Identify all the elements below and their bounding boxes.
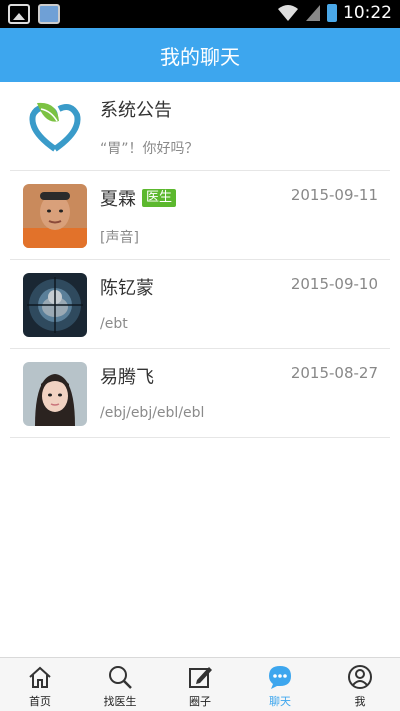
profile-icon (348, 665, 372, 689)
app-notification-icon (38, 4, 60, 24)
chat-icon (269, 666, 291, 689)
chat-list: 系统公告 “胃”！你好吗？ 夏霖 医生 [声音] 2015-09-11 陈钇蒙 … (0, 82, 400, 438)
chat-item-xia-lin[interactable]: 夏霖 医生 [声音] 2015-09-11 (10, 171, 390, 260)
chat-item-yi-tengfei[interactable]: 易腾飞 /ebj/ebj/ebl/ebl 2015-08-27 (10, 349, 390, 438)
page-title: 我的聊天 (160, 44, 240, 69)
chat-date: 2015-09-11 (290, 186, 378, 204)
clock: 10:22 (343, 3, 392, 23)
avatar (23, 184, 87, 248)
avatar (23, 273, 87, 337)
chat-date: 2015-09-10 (290, 275, 378, 293)
nav-find-doctor[interactable]: 找医生 (80, 658, 160, 711)
chat-name: 夏霖 医生 (100, 185, 177, 211)
signal-icon (306, 5, 320, 21)
nav-label: 圈子 (189, 695, 211, 708)
chat-name: 系统公告 (100, 96, 172, 122)
nav-circle[interactable]: 圈子 (160, 658, 240, 711)
chat-item-system-announcement[interactable]: 系统公告 “胃”！你好吗？ (10, 82, 390, 171)
wifi-icon (278, 5, 298, 21)
chat-date: 2015-08-27 (290, 364, 378, 382)
chat-preview: “胃”！你好吗？ (100, 141, 199, 157)
nav-me[interactable]: 我 (320, 658, 400, 711)
chat-name-text: 易腾飞 (100, 367, 154, 388)
chat-preview: /ebt (100, 316, 128, 332)
bottom-nav: 首页 找医生 圈子 聊天 我 (0, 657, 400, 711)
gallery-notification-icon (8, 4, 30, 24)
chat-item-chen-yimeng[interactable]: 陈钇蒙 /ebt 2015-09-10 (10, 260, 390, 349)
chat-name: 易腾飞 (100, 363, 154, 389)
nav-label: 我 (354, 695, 366, 708)
search-icon (109, 666, 132, 689)
heart-leaf-logo-icon (23, 95, 87, 159)
chat-name-text: 夏霖 (100, 189, 136, 210)
chat-name: 陈钇蒙 (100, 274, 154, 300)
chat-name-text: 陈钇蒙 (100, 278, 154, 299)
nav-home[interactable]: 首页 (0, 658, 80, 711)
doctor-badge: 医生 (142, 189, 177, 207)
nav-chat[interactable]: 聊天 (240, 658, 320, 711)
nav-label: 首页 (29, 695, 51, 708)
avatar (23, 362, 87, 426)
battery-icon (327, 4, 337, 22)
edit-icon (189, 667, 212, 688)
nav-label: 找医生 (103, 695, 137, 708)
nav-label: 聊天 (269, 695, 291, 708)
avatar (23, 95, 87, 159)
chat-name-text: 系统公告 (100, 100, 172, 121)
chat-preview: /ebj/ebj/ebl/ebl (100, 405, 205, 421)
status-bar: 10:22 (0, 0, 400, 28)
chat-preview: [声音] (100, 230, 139, 246)
home-icon (29, 666, 51, 688)
app-header: 我的聊天 (0, 28, 400, 82)
